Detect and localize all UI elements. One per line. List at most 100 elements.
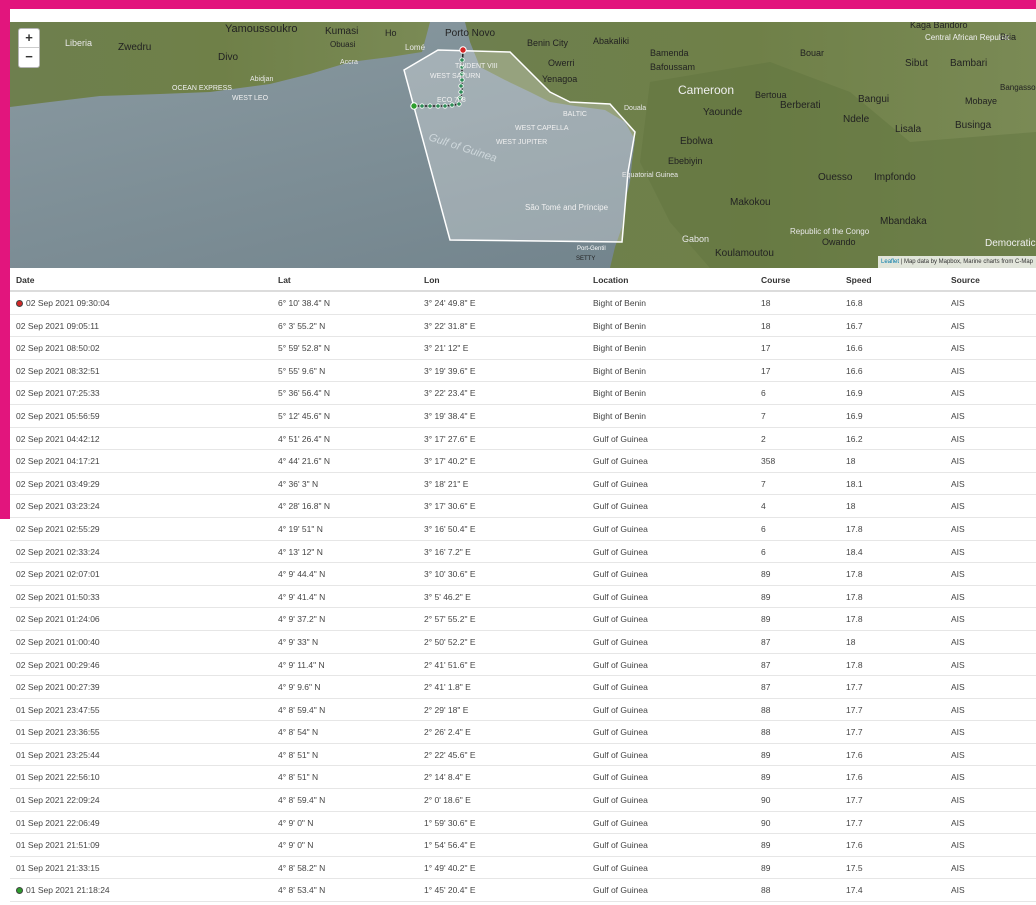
table-row[interactable]: 01 Sep 2021 23:36:55 4° 8' 54" N 2° 26' 2.… xyxy=(10,721,1036,744)
cell-source-text: AIS xyxy=(951,795,965,806)
cell-course: 7 xyxy=(761,405,766,427)
table-row[interactable]: 02 Sep 2021 02:07:01 4° 9' 44.4" N 3° 10' … xyxy=(10,563,1036,586)
cell-source-text: AIS xyxy=(951,343,965,354)
cell-lat: 4° 13' 12" N xyxy=(278,541,323,563)
table-row[interactable]: 02 Sep 2021 01:00:40 4° 9' 33" N 2° 50' 52… xyxy=(10,631,1036,654)
cell-lon: 2° 14' 8.4" E xyxy=(424,766,471,788)
cell-lon-text: 2° 22' 45.6" E xyxy=(424,749,476,760)
table-row[interactable]: 02 Sep 2021 08:32:51 5° 55' 9.6" N 3° 19' … xyxy=(10,360,1036,383)
map-label-yenagoa: Yenagoa xyxy=(542,74,577,84)
cell-lat-text: 4° 8' 51" N xyxy=(278,772,319,783)
header-speed[interactable]: Speed xyxy=(846,268,872,292)
cell-location: Gulf of Guinea xyxy=(593,812,648,834)
header-lon[interactable]: Lon xyxy=(424,268,440,292)
cell-speed-text: 17.6 xyxy=(846,840,863,851)
cell-lat-text: 6° 3' 55.2" N xyxy=(278,320,326,331)
zoom-in-button[interactable]: + xyxy=(19,29,39,48)
map-vessel-baltic[interactable]: BALTIC xyxy=(563,111,587,118)
track-end-marker[interactable] xyxy=(459,46,467,54)
cell-speed: 17.8 xyxy=(846,563,863,585)
cell-lon-text: 2° 29' 18" E xyxy=(424,704,469,715)
cell-course-text: 6 xyxy=(761,523,766,534)
cell-course-text: 88 xyxy=(761,727,771,738)
cell-lon-text: 3° 22' 31.8" E xyxy=(424,320,476,331)
table-row[interactable]: 02 Sep 2021 03:49:29 4° 36' 3" N 3° 18' 21… xyxy=(10,473,1036,496)
brand-top-bar xyxy=(0,0,1036,9)
table-row[interactable]: 02 Sep 2021 03:23:24 4° 28' 16.8" N 3° 17'… xyxy=(10,495,1036,518)
cell-date-text: 02 Sep 2021 02:33:24 xyxy=(16,546,100,557)
cell-lon-text: 3° 18' 21" E xyxy=(424,478,469,489)
cell-lon: 3° 22' 31.8" E xyxy=(424,315,476,337)
table-row[interactable]: 02 Sep 2021 09:30:04 6° 10' 38.4" N 3° 24'… xyxy=(10,292,1036,315)
table-row[interactable]: 02 Sep 2021 02:55:29 4° 19' 51" N 3° 16' 5… xyxy=(10,518,1036,541)
table-row[interactable]: 02 Sep 2021 01:24:06 4° 9' 37.2" N 2° 57' … xyxy=(10,608,1036,631)
zoom-out-button[interactable]: − xyxy=(19,48,39,67)
cell-lat: 4° 8' 51" N xyxy=(278,766,318,788)
table-row[interactable]: 02 Sep 2021 00:27:39 4° 9' 9.6" N 2° 41' 1… xyxy=(10,676,1036,699)
cell-course: 89 xyxy=(761,608,770,630)
track-start-marker[interactable] xyxy=(410,102,418,110)
cell-location: Gulf of Guinea xyxy=(593,699,648,721)
header-lat[interactable]: Lat xyxy=(278,268,291,292)
cell-source-text: AIS xyxy=(951,365,965,376)
table-row[interactable]: 01 Sep 2021 21:18:24 4° 8' 53.4" N 1° 45' … xyxy=(10,879,1036,903)
cell-location-text: Gulf of Guinea xyxy=(593,862,648,873)
map-vessel-west-jupiter[interactable]: WEST JUPITER xyxy=(496,139,547,146)
cell-date-text: 02 Sep 2021 03:23:24 xyxy=(16,501,100,512)
vessel-track-map[interactable]: Yamoussoukro Liberia Zwedru Divo Kumasi … xyxy=(10,22,1036,268)
cell-course: 4 xyxy=(761,495,766,517)
table-row[interactable]: 02 Sep 2021 01:50:33 4° 9' 41.4" N 3° 5' 4… xyxy=(10,586,1036,609)
cell-source: AIS xyxy=(951,766,965,788)
cell-speed: 18 xyxy=(846,450,855,472)
cell-date-text: 01 Sep 2021 22:56:10 xyxy=(16,772,100,783)
cell-date-text: 01 Sep 2021 23:36:55 xyxy=(16,727,100,738)
brand-side-bar xyxy=(0,9,10,519)
cell-location: Bight of Benin xyxy=(593,337,646,359)
table-row[interactable]: 01 Sep 2021 23:47:55 4° 8' 59.4" N 2° 29' … xyxy=(10,699,1036,722)
table-row[interactable]: 02 Sep 2021 04:42:12 4° 51' 26.4" N 3° 17'… xyxy=(10,428,1036,451)
cell-lat: 4° 28' 16.8" N xyxy=(278,495,330,517)
map-label-businga: Businga xyxy=(955,120,992,131)
cell-lon-text: 2° 41' 1.8" E xyxy=(424,682,471,693)
header-source[interactable]: Source xyxy=(951,268,980,292)
table-row[interactable]: 01 Sep 2021 22:06:49 4° 9' 0" N 1° 59' 30.… xyxy=(10,812,1036,835)
cell-location: Gulf of Guinea xyxy=(593,766,648,788)
table-row[interactable]: 02 Sep 2021 09:05:11 6° 3' 55.2" N 3° 22' … xyxy=(10,315,1036,338)
table-row[interactable]: 02 Sep 2021 07:25:33 5° 36' 56.4" N 3° 22'… xyxy=(10,382,1036,405)
cell-lon-text: 1° 59' 30.6" E xyxy=(424,817,476,828)
table-row[interactable]: 01 Sep 2021 22:56:10 4° 8' 51" N 2° 14' 8.… xyxy=(10,766,1036,790)
map-vessel-ocean-express[interactable]: OCEAN EXPRESS xyxy=(172,85,232,92)
map-label-abidjan: Abidjan xyxy=(250,76,273,83)
table-row[interactable]: 02 Sep 2021 00:29:46 4° 9' 11.4" N 2° 41' … xyxy=(10,654,1036,677)
cell-lon: 2° 41' 51.6" E xyxy=(424,654,476,676)
cell-speed: 17.7 xyxy=(846,789,863,811)
map-vessel-eco-708[interactable]: ECO 708 xyxy=(437,97,466,104)
map-vessel-west-capella[interactable]: WEST CAPELLA xyxy=(515,125,569,132)
table-row[interactable]: 01 Sep 2021 22:09:24 4° 8' 59.4" N 2° 0' 1… xyxy=(10,789,1036,812)
map-label-bangui: Bangui xyxy=(858,94,889,105)
table-row[interactable]: 02 Sep 2021 02:33:24 4° 13' 12" N 3° 16' 7… xyxy=(10,541,1036,564)
header-course[interactable]: Course xyxy=(761,268,790,292)
cell-location-text: Gulf of Guinea xyxy=(593,704,648,715)
table-row[interactable]: 01 Sep 2021 21:33:15 4° 8' 58.2" N 1° 49' … xyxy=(10,857,1036,880)
map-label-berberati: Berberati xyxy=(780,100,821,111)
header-date[interactable]: Date xyxy=(16,268,34,292)
cell-source: AIS xyxy=(951,608,965,630)
table-row[interactable]: 02 Sep 2021 08:50:02 5° 59' 52.8" N 3° 21'… xyxy=(10,337,1036,360)
table-row[interactable]: 01 Sep 2021 21:51:09 4° 9' 0" N 1° 54' 56.… xyxy=(10,834,1036,857)
table-row[interactable]: 01 Sep 2021 23:25:44 4° 8' 51" N 2° 22' 45… xyxy=(10,744,1036,767)
map-vessel-west-saturn[interactable]: WEST SATURN xyxy=(430,73,480,80)
header-location[interactable]: Location xyxy=(593,268,628,292)
cell-speed-text: 17.8 xyxy=(846,659,863,670)
map-vessel-west-leo[interactable]: WEST LEO xyxy=(232,95,269,102)
table-body: 02 Sep 2021 09:30:04 6° 10' 38.4" N 3° 24'… xyxy=(10,292,1036,903)
map-canvas[interactable]: Yamoussoukro Liberia Zwedru Divo Kumasi … xyxy=(10,22,1036,268)
cell-source-text: AIS xyxy=(951,388,965,399)
leaflet-link[interactable]: Leaflet xyxy=(881,259,899,265)
table-row[interactable]: 02 Sep 2021 04:17:21 4° 44' 21.6" N 3° 17'… xyxy=(10,450,1036,473)
cell-speed: 17.6 xyxy=(846,834,863,856)
table-row[interactable]: 02 Sep 2021 05:56:59 5° 12' 45.6" N 3° 19'… xyxy=(10,405,1036,428)
map-vessel-trident[interactable]: TRIDENT VIII xyxy=(455,63,498,70)
attribution-text: | Map data by Mapbox, Marine charts from… xyxy=(899,259,1033,265)
map-vessel-setty[interactable]: SETTY xyxy=(576,256,595,262)
